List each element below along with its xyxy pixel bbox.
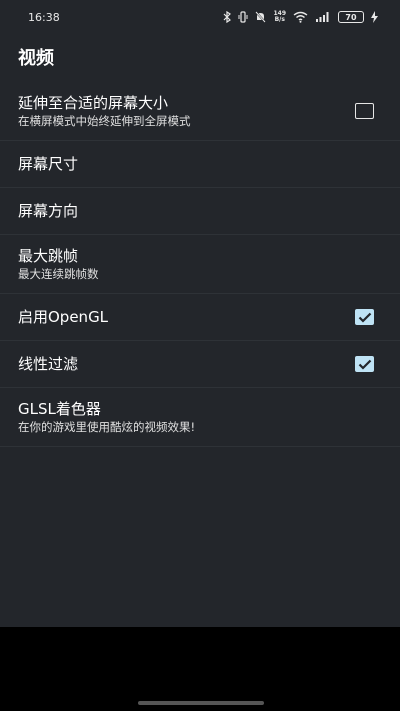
setting-stretch-to-fit[interactable]: 延伸至合适的屏幕大小 在横屏模式中始终延伸到全屏模式 bbox=[0, 82, 400, 141]
setting-screen-size[interactable]: 屏幕尺寸 bbox=[0, 141, 400, 188]
section-title: 视频 bbox=[18, 48, 54, 69]
setting-screen-orientation[interactable]: 屏幕方向 bbox=[0, 188, 400, 235]
setting-summary: 在横屏模式中始终延伸到全屏模式 bbox=[18, 113, 191, 128]
setting-title: 延伸至合适的屏幕大小 bbox=[18, 93, 169, 112]
bluetooth-icon bbox=[223, 10, 232, 24]
stretch-checkbox[interactable] bbox=[355, 103, 374, 119]
setting-title: 线性过滤 bbox=[18, 354, 79, 373]
net-speed: 149 B/s bbox=[273, 11, 286, 23]
home-indicator[interactable] bbox=[138, 701, 264, 705]
net-speed-unit: B/s bbox=[274, 16, 285, 23]
vibrate-icon bbox=[238, 10, 248, 24]
setting-max-frameskip[interactable]: 最大跳帧 最大连续跳帧数 bbox=[0, 235, 400, 294]
checkmark-icon bbox=[358, 312, 371, 323]
setting-title: 屏幕方向 bbox=[18, 201, 79, 220]
opengl-checkbox[interactable] bbox=[355, 309, 374, 325]
setting-enable-opengl[interactable]: 启用OpenGL bbox=[0, 294, 400, 341]
mute-icon bbox=[255, 10, 267, 24]
setting-title: GLSL着色器 bbox=[18, 399, 101, 418]
linear-filter-checkbox[interactable] bbox=[355, 356, 374, 372]
settings-list: 延伸至合适的屏幕大小 在横屏模式中始终延伸到全屏模式 屏幕尺寸 屏幕方向 最大跳… bbox=[0, 82, 400, 447]
setting-linear-filter[interactable]: 线性过滤 bbox=[0, 341, 400, 388]
checkmark-icon bbox=[358, 359, 371, 370]
navigation-bar bbox=[0, 627, 400, 711]
setting-title: 最大跳帧 bbox=[18, 246, 79, 265]
setting-title: 屏幕尺寸 bbox=[18, 154, 79, 173]
battery-icon: 70 bbox=[338, 11, 364, 23]
status-bar: 16:38 149 B/s 70 bbox=[0, 0, 400, 34]
charging-icon bbox=[371, 10, 378, 24]
signal-icon bbox=[315, 10, 331, 24]
setting-title: 启用OpenGL bbox=[18, 307, 109, 326]
wifi-icon bbox=[293, 10, 308, 24]
setting-summary: 最大连续跳帧数 bbox=[18, 266, 99, 281]
status-time: 16:38 bbox=[28, 10, 60, 24]
status-icons: 149 B/s 70 bbox=[223, 10, 378, 24]
setting-summary: 在你的游戏里使用酷炫的视频效果! bbox=[18, 419, 196, 434]
setting-glsl-shader[interactable]: GLSL着色器 在你的游戏里使用酷炫的视频效果! bbox=[0, 388, 400, 447]
